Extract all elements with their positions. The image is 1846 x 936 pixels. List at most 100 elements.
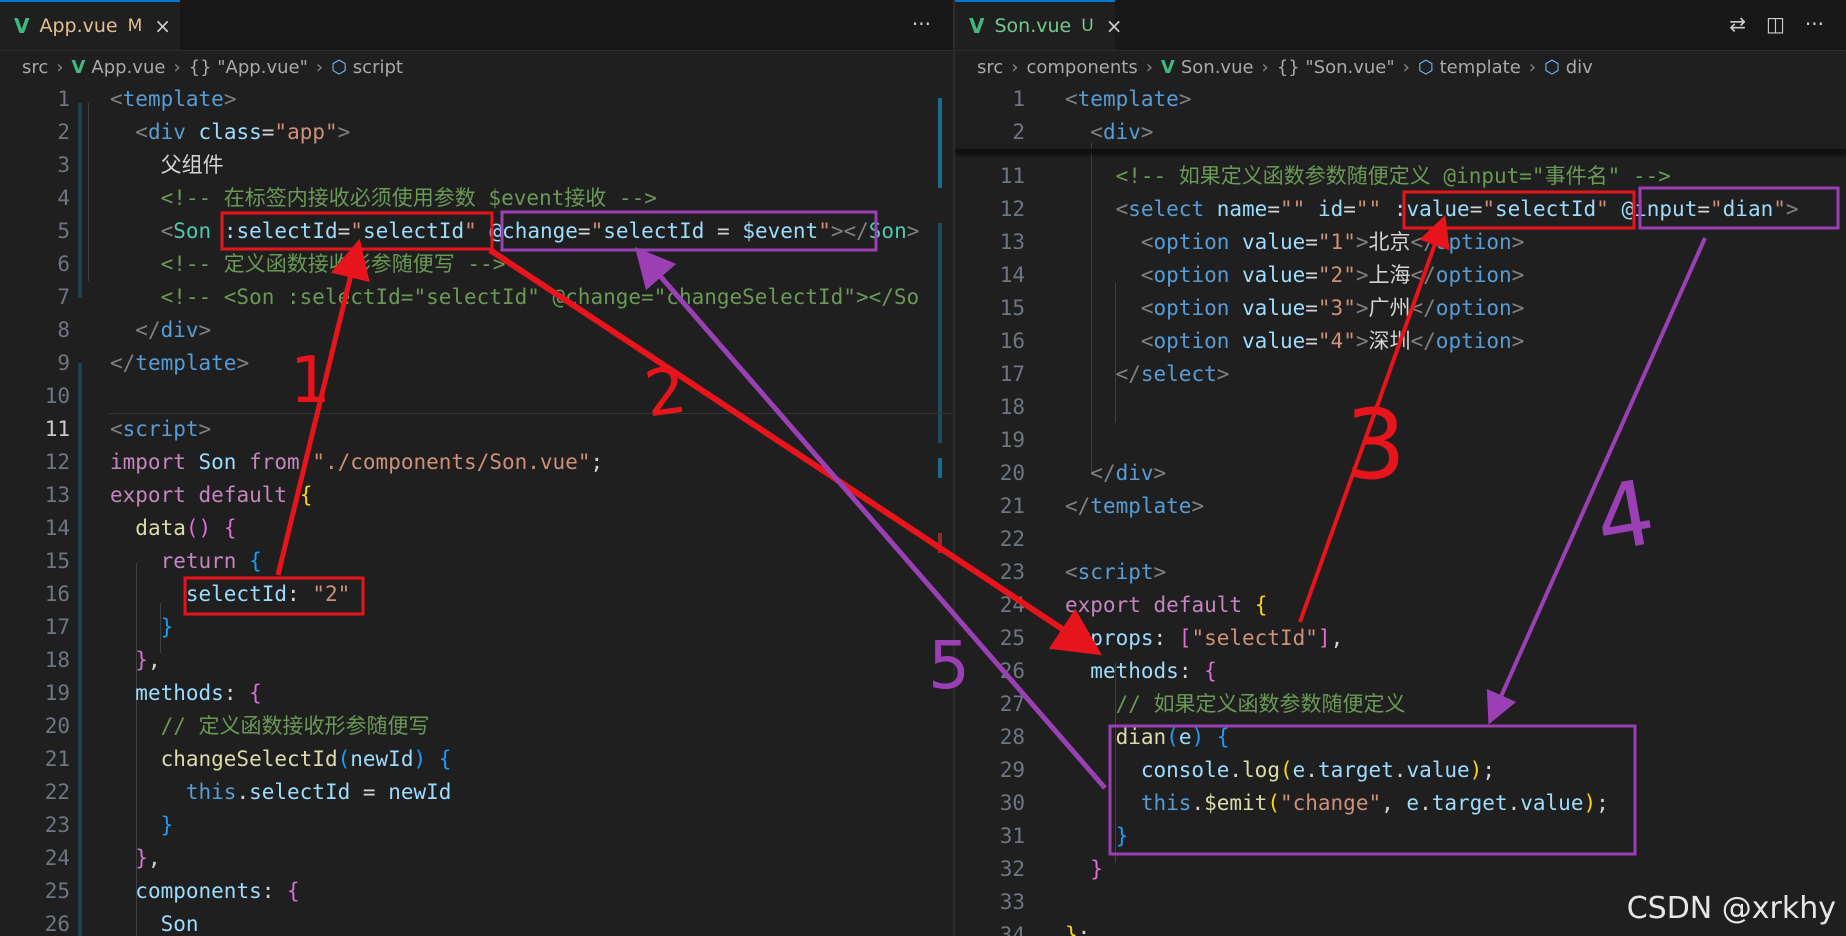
- breadcrumb-src[interactable]: src: [22, 57, 48, 78]
- code-line[interactable]: 24 export default {: [955, 589, 1846, 622]
- code-line[interactable]: 14 data() {: [0, 512, 953, 545]
- code-line[interactable]: 18: [955, 391, 1846, 424]
- code-line[interactable]: 14 <option value="2">上海</option>: [955, 259, 1846, 292]
- code-line[interactable]: 21 </template>: [955, 490, 1846, 523]
- breadcrumb-module[interactable]: {} "Son.vue": [1277, 57, 1395, 78]
- code-line[interactable]: 24 },: [0, 842, 953, 875]
- breadcrumb-components[interactable]: components: [1026, 57, 1137, 78]
- vue-icon: V: [1160, 56, 1175, 78]
- code-line[interactable]: 32 }: [955, 853, 1846, 886]
- code-line[interactable]: 25 components: {: [0, 875, 953, 908]
- line-number: 24: [999, 593, 1025, 617]
- code-text: <div class="app">: [135, 120, 351, 144]
- editor-pane-left: V App.vue M × ··· src › V App.vue › {} "A…: [0, 0, 953, 936]
- breadcrumb-file[interactable]: V App.vue: [71, 57, 165, 78]
- code-line[interactable]: 23 <script>: [955, 556, 1846, 589]
- code-line[interactable]: 25 props: ["selectId"],: [955, 622, 1846, 655]
- code-text: <!-- 如果定义函数参数随便定义 @input="事件名" -->: [1115, 164, 1671, 188]
- code-line[interactable]: 6 <!-- 定义函数接收形参随便写 -->: [0, 248, 953, 281]
- code-line[interactable]: 20 </div>: [955, 457, 1846, 490]
- breadcrumb-div-label: div: [1565, 56, 1593, 78]
- code-line[interactable]: 12 import Son from "./components/Son.vue"…: [0, 446, 953, 479]
- tab-app-vue[interactable]: V App.vue M ×: [0, 0, 180, 50]
- line-number: 23: [44, 813, 70, 837]
- close-icon[interactable]: ×: [154, 14, 171, 38]
- code-editor[interactable]: 1 <template> 2 <div> 11 <!-- 如果定义函数参数随便定义 @…: [955, 83, 1846, 936]
- code-line[interactable]: 20 // 定义函数接收形参随便写: [0, 710, 953, 743]
- code-line[interactable]: 16 <option value="4">深圳</option>: [955, 325, 1846, 358]
- code-line[interactable]: 29 console.log(e.target.value);: [955, 754, 1846, 787]
- code-line[interactable]: 22 this.selectId = newId: [0, 776, 953, 809]
- code-text: };: [1065, 923, 1091, 936]
- line-number: 16: [44, 582, 70, 606]
- code-line[interactable]: 1 <template>: [955, 83, 1846, 116]
- breadcrumb: src › components › V Son.vue › {} "Son.vu…: [955, 52, 1593, 82]
- code-text: <script>: [1065, 560, 1167, 584]
- code-line[interactable]: 30 this.$emit("change", e.target.value);: [955, 787, 1846, 820]
- code-line[interactable]: 2 <div class="app">: [0, 116, 953, 149]
- code-line[interactable]: 22: [955, 523, 1846, 556]
- code-line[interactable]: 18 },: [0, 644, 953, 677]
- code-line[interactable]: 11 <!-- 如果定义函数参数随便定义 @input="事件名" -->: [955, 160, 1846, 193]
- tab-son-vue[interactable]: V Son.vue U ×: [955, 0, 1122, 50]
- code-line[interactable]: 31 }: [955, 820, 1846, 853]
- code-line[interactable]: 13 export default {: [0, 479, 953, 512]
- code-line[interactable]: 3 父组件: [0, 149, 953, 182]
- code-text: data() {: [135, 516, 237, 540]
- chevron-right-icon: ›: [1011, 56, 1019, 78]
- code-line[interactable]: 15 <option value="3">广州</option>: [955, 292, 1846, 325]
- vue-icon: V: [969, 14, 985, 38]
- code-editor[interactable]: 1 <template> 2 <div class="app"> 3 父组件 4 <!-…: [0, 83, 953, 936]
- code-line[interactable]: 10: [0, 380, 953, 413]
- line-number: 29: [999, 758, 1025, 782]
- breadcrumb-div[interactable]: ⬡ div: [1544, 57, 1593, 78]
- breadcrumb-template[interactable]: ⬡ template: [1418, 57, 1521, 78]
- code-line[interactable]: 1 <template>: [0, 83, 953, 116]
- more-actions-icon[interactable]: ···: [1805, 12, 1824, 36]
- tab-bar: V App.vue M × ···: [0, 0, 953, 51]
- close-icon[interactable]: ×: [1106, 14, 1123, 38]
- code-text: </div>: [1090, 461, 1167, 485]
- code-line[interactable]: 2 <div>: [955, 116, 1846, 149]
- line-number: 8: [57, 318, 70, 342]
- code-line[interactable]: 9 </template>: [0, 347, 953, 380]
- code-text: },: [135, 846, 161, 870]
- code-line[interactable]: 7 <!-- <Son :selectId="selectId" @change…: [0, 281, 953, 314]
- line-number: 15: [44, 549, 70, 573]
- breadcrumb-symbol-label: script: [352, 56, 403, 78]
- code-text: </template>: [1065, 494, 1205, 518]
- code-line[interactable]: 8 </div>: [0, 314, 953, 347]
- compare-changes-icon[interactable]: ⇄: [1729, 12, 1746, 36]
- more-actions-icon[interactable]: ···: [912, 12, 931, 36]
- code-line[interactable]: 26 Son: [0, 908, 953, 936]
- code-line[interactable]: 5 <Son :selectId="selectId" @change="sel…: [0, 215, 953, 248]
- code-line[interactable]: 4 <!-- 在标签内接收必须使用参数 $event接收 -->: [0, 182, 953, 215]
- breadcrumb-module[interactable]: {} "App.vue": [189, 57, 308, 78]
- breadcrumb-symbol[interactable]: ⬡ script: [331, 57, 403, 78]
- code-line[interactable]: 13 <option value="1">北京</option>: [955, 226, 1846, 259]
- code-text: this.selectId = newId: [185, 780, 452, 804]
- code-line[interactable]: 11 <script>: [0, 413, 953, 446]
- split-editor-icon[interactable]: ◫: [1766, 12, 1785, 36]
- code-line[interactable]: 19 methods: {: [0, 677, 953, 710]
- tab-label: App.vue: [39, 15, 118, 37]
- line-number: 19: [999, 428, 1025, 452]
- code-line[interactable]: 12 <select name="" id="" :value="selectI…: [955, 193, 1846, 226]
- code-line[interactable]: 23 }: [0, 809, 953, 842]
- code-line[interactable]: 26 methods: {: [955, 655, 1846, 688]
- line-number: 14: [999, 263, 1025, 287]
- code-text: }: [1090, 857, 1103, 881]
- breadcrumb-src[interactable]: src: [977, 57, 1003, 78]
- breadcrumb-file[interactable]: V Son.vue: [1161, 57, 1254, 78]
- line-number: 1: [57, 87, 70, 111]
- code-line[interactable]: 16 selectId: "2": [0, 578, 953, 611]
- code-line[interactable]: 19: [955, 424, 1846, 457]
- code-line[interactable]: 27 // 如果定义函数参数随便定义: [955, 688, 1846, 721]
- code-text: <template>: [110, 87, 237, 111]
- code-line[interactable]: 28 dian(e) {: [955, 721, 1846, 754]
- code-line[interactable]: 17 }: [0, 611, 953, 644]
- code-line[interactable]: 21 changeSelectId(newId) {: [0, 743, 953, 776]
- code-line[interactable]: 15 return {: [0, 545, 953, 578]
- code-text: <script>: [110, 417, 212, 441]
- code-line[interactable]: 17 </select>: [955, 358, 1846, 391]
